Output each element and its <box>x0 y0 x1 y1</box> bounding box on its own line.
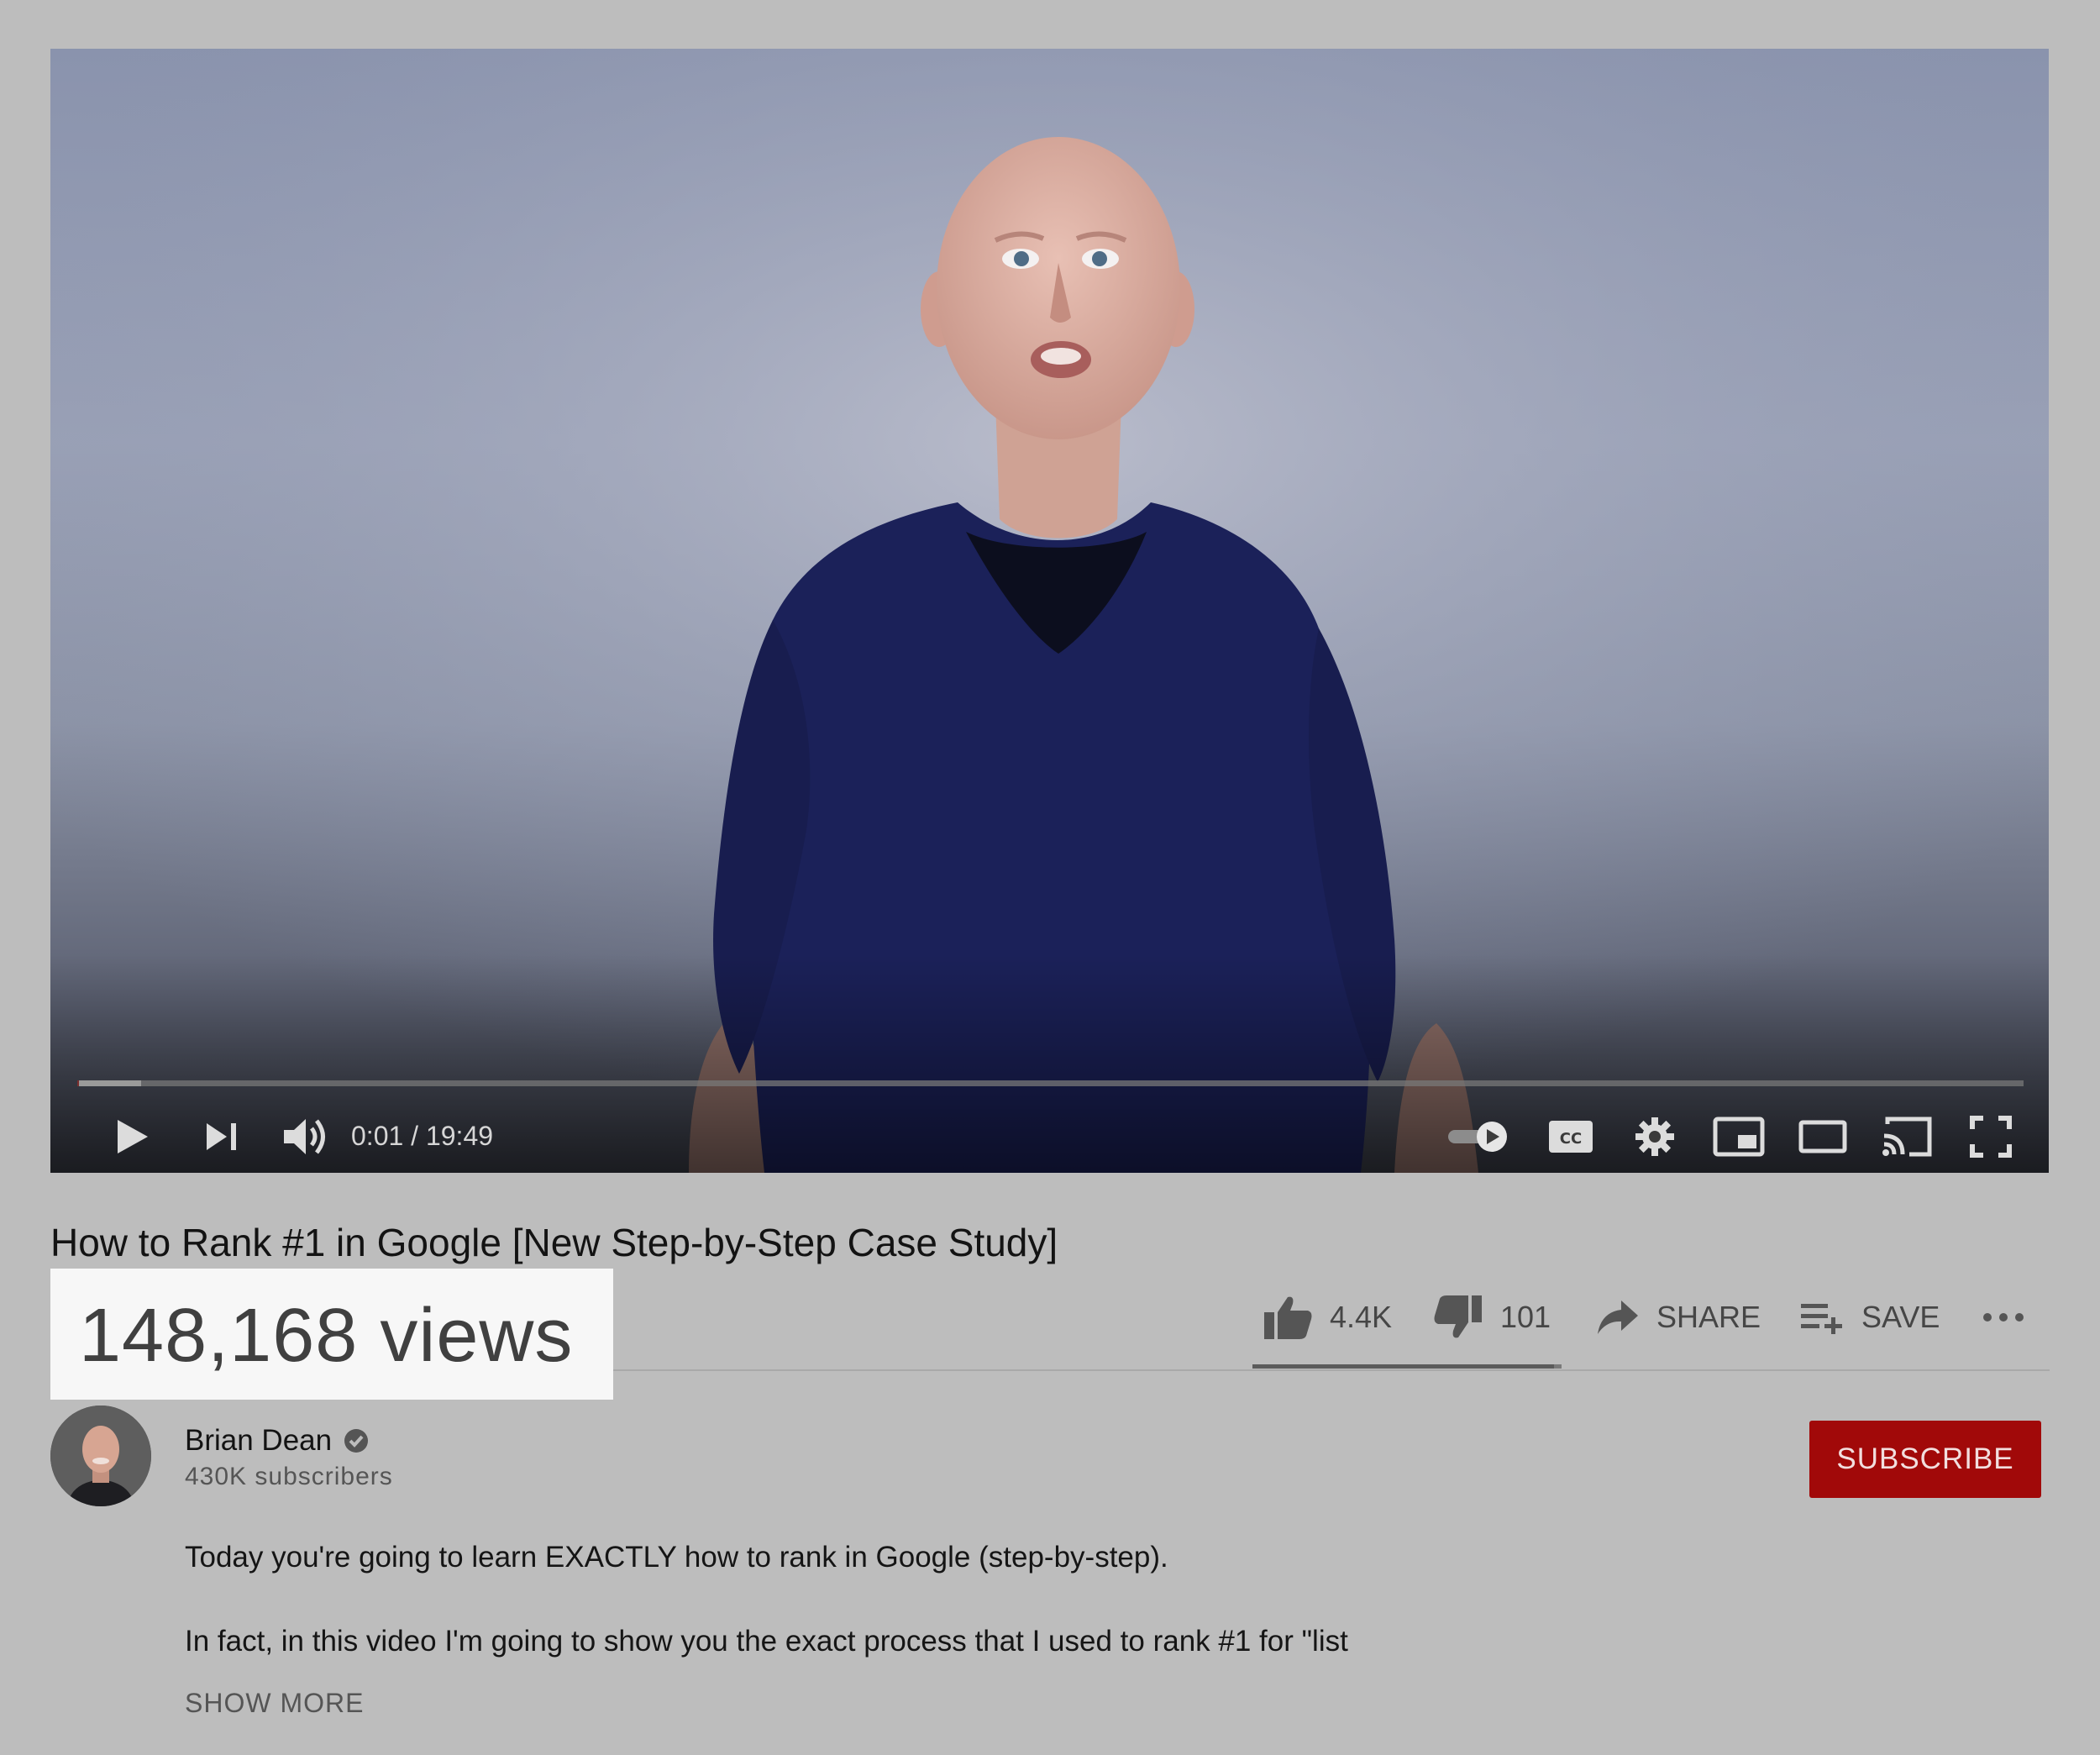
description-line: Today you're going to learn EXACTLY how … <box>185 1541 1168 1574</box>
divider <box>613 1369 2050 1371</box>
share-button[interactable]: SHARE <box>1596 1290 1761 1345</box>
autoplay-toggle-icon <box>1448 1122 1507 1152</box>
captions-button[interactable]: CC <box>1529 1103 1613 1170</box>
channel-name[interactable]: Brian Dean <box>185 1420 332 1462</box>
save-label: SAVE <box>1861 1300 1940 1334</box>
miniplayer-button[interactable] <box>1697 1103 1781 1170</box>
sentiment-bar <box>1252 1364 1562 1369</box>
volume-button[interactable] <box>269 1103 344 1170</box>
autoplay-toggle[interactable] <box>1436 1103 1520 1170</box>
theater-mode-button[interactable] <box>1781 1103 1865 1170</box>
volume-icon <box>284 1119 325 1154</box>
captions-icon: CC <box>1549 1121 1593 1153</box>
channel-avatar[interactable] <box>50 1406 151 1506</box>
channel-name-row[interactable]: Brian Dean <box>185 1420 369 1462</box>
play-button[interactable] <box>99 1103 166 1170</box>
cast-icon <box>1882 1117 1932 1157</box>
play-icon <box>118 1120 148 1153</box>
more-horizontal-icon <box>1983 1313 2024 1322</box>
cast-button[interactable] <box>1865 1103 1949 1170</box>
share-icon <box>1598 1300 1638 1334</box>
avatar-image <box>50 1406 151 1506</box>
thumbs-up-icon <box>1264 1296 1312 1339</box>
dislike-count: 101 <box>1500 1300 1551 1334</box>
description-line: In fact, in this video I'm going to show… <box>185 1625 1348 1658</box>
video-title: How to Rank #1 in Google [New Step-by-St… <box>50 1221 1058 1264</box>
show-more-button[interactable]: SHOW MORE <box>185 1682 364 1724</box>
like-button[interactable]: 4.4K <box>1263 1290 1392 1345</box>
video-player[interactable]: 0:01 / 19:49 CC <box>50 49 2049 1173</box>
gear-icon <box>1635 1117 1674 1156</box>
share-label: SHARE <box>1656 1300 1761 1334</box>
dislike-button[interactable]: 101 <box>1433 1290 1551 1345</box>
next-button[interactable] <box>188 1103 255 1170</box>
skip-next-icon <box>207 1123 236 1150</box>
svg-text:CC: CC <box>1560 1130 1582 1148</box>
verified-badge-icon <box>344 1429 369 1453</box>
settings-button[interactable] <box>1613 1103 1697 1170</box>
views-highlight: 148,168 views <box>50 1269 613 1400</box>
fullscreen-icon <box>1970 1116 2012 1158</box>
view-count: 148,168 views <box>79 1294 574 1378</box>
progress-buffered <box>79 1080 142 1086</box>
like-count: 4.4K <box>1330 1300 1393 1334</box>
progress-played <box>77 1080 80 1086</box>
subscriber-count: 430K subscribers <box>185 1463 393 1490</box>
miniplayer-icon <box>1713 1117 1765 1157</box>
sentiment-like-fill <box>1252 1364 1555 1369</box>
playlist-add-icon <box>1801 1304 1842 1334</box>
progress-bar[interactable] <box>77 1080 2024 1086</box>
fullscreen-button[interactable] <box>1949 1103 2033 1170</box>
time-display: 0:01 / 19:49 <box>351 1121 494 1151</box>
save-button[interactable]: SAVE <box>1799 1290 1940 1345</box>
theater-mode-icon <box>1798 1120 1847 1153</box>
more-actions-button[interactable] <box>1982 1290 2041 1345</box>
thumbs-down-icon <box>1434 1295 1482 1338</box>
subscribe-button[interactable]: SUBSCRIBE <box>1809 1421 2041 1498</box>
